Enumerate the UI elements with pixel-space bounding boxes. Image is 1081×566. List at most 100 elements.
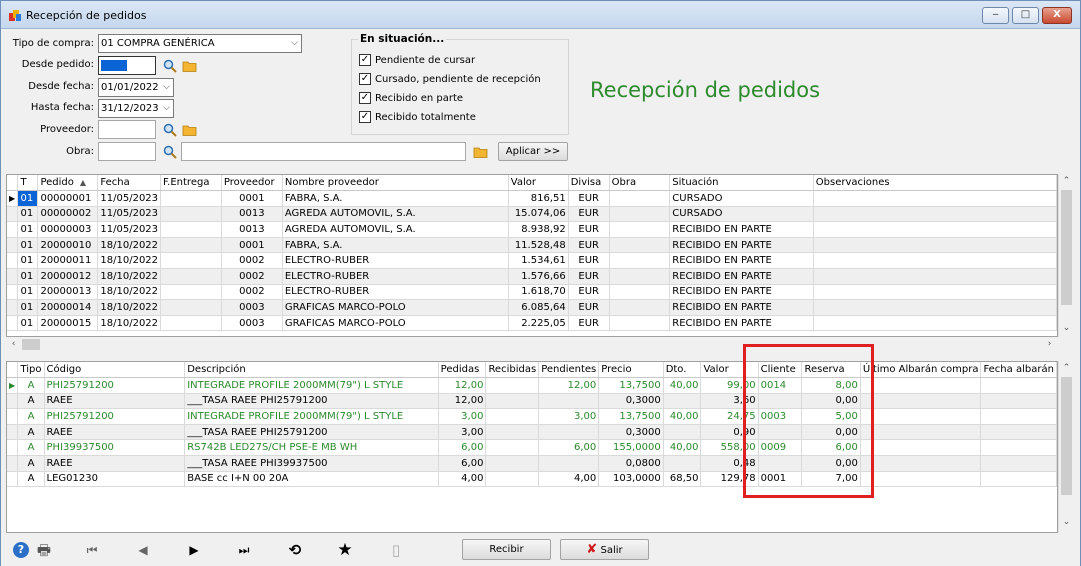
table-cell: EUR	[568, 315, 610, 332]
exit-button[interactable]: ✘ Salir	[560, 539, 649, 560]
table-row[interactable]: A RAEE ___TASA RAEE PHI39937500 6,00 0,0800 0…	[7, 455, 1057, 472]
checkbox-recibido-parte[interactable]: ✓	[359, 92, 371, 104]
column-header[interactable]: Fecha albarán	[980, 362, 1057, 379]
table-row[interactable]: 01 20000010 18/10/2022 0001 FABRA, S.A. 11.52…	[7, 237, 1057, 254]
column-header[interactable]: Obra	[609, 175, 671, 192]
table-cell	[663, 424, 702, 441]
table-row[interactable]: 01 20000012 18/10/2022 0002 ELECTRO-RUBER 1.5…	[7, 268, 1057, 285]
table-cell: 3,00	[438, 424, 487, 441]
checkbox-pendiente-cursar[interactable]: ✓	[359, 54, 371, 66]
orders-vertical-scrollbar[interactable]: ⌃ ⌄	[1058, 174, 1073, 337]
close-button[interactable]: X	[1042, 7, 1072, 24]
table-row[interactable]: 01 20000011 18/10/2022 0002 ELECTRO-RUBER 1.5…	[7, 252, 1057, 270]
print-icon[interactable]: 🖶	[35, 541, 53, 559]
column-header[interactable]: Divisa	[568, 175, 610, 192]
refresh-icon[interactable]: ⟲	[286, 541, 304, 559]
table-cell: A	[17, 424, 45, 441]
lines-vertical-scrollbar[interactable]: ⌃ ⌄	[1058, 361, 1073, 533]
table-row[interactable]: A LEG01230 BASE cc I+N 00 20A 4,00 4,00 103,0…	[7, 471, 1057, 488]
table-cell	[663, 455, 702, 472]
last-record-icon[interactable]: ⏭	[235, 541, 253, 559]
table-cell: 00000001	[37, 190, 99, 207]
column-header[interactable]: Situación	[669, 175, 814, 192]
maximize-button[interactable]: □	[1012, 7, 1039, 24]
column-header[interactable]: Observaciones	[813, 175, 1057, 192]
table-row[interactable]: 01 20000015 18/10/2022 0003 GRAFICAS MARCO-P…	[7, 315, 1057, 332]
column-header[interactable]: Nombre proveedor	[282, 175, 509, 192]
obra-input[interactable]	[98, 142, 156, 161]
desde-pedido-input[interactable]	[98, 56, 156, 75]
scroll-thumb[interactable]	[1061, 190, 1072, 305]
tipo-compra-select[interactable]: 01 COMPRA GENÉRICA ⌵	[98, 34, 302, 53]
table-row[interactable]: A PHI25791200 INTEGRADE PROFILE 2000MM(79"…	[7, 408, 1057, 425]
column-header[interactable]: Pedido ▲	[37, 175, 99, 192]
column-header[interactable]: Tipo	[17, 362, 45, 379]
table-cell: EUR	[568, 299, 610, 316]
checkbox-label: Recibido totalmente	[375, 112, 476, 123]
first-record-icon[interactable]: ⏮	[83, 541, 101, 559]
table-cell: 0002	[221, 284, 283, 301]
table-row[interactable]: 01 20000014 18/10/2022 0003 GRAFICAS MARCO-P…	[7, 299, 1057, 316]
scroll-up-icon[interactable]: ⌃	[1059, 363, 1074, 373]
scroll-left-icon[interactable]: ‹	[6, 339, 21, 349]
column-header[interactable]: Recibidas	[485, 362, 540, 379]
column-header[interactable]: Fecha	[97, 175, 162, 192]
obra-description-input[interactable]	[181, 142, 466, 161]
scroll-down-icon[interactable]: ⌄	[1059, 323, 1074, 333]
table-row[interactable]: 01 20000013 18/10/2022 0002 ELECTRO-RUBER 1.6…	[7, 284, 1057, 301]
bookmark-icon[interactable]: ▯	[387, 541, 405, 559]
table-cell: LEG01230	[44, 471, 186, 488]
table-row[interactable]: 01 00000003 11/05/2023 0013 AGREDA AUTOMOVIL…	[7, 221, 1057, 238]
previous-record-icon[interactable]: ◀	[134, 541, 152, 559]
column-header[interactable]: Dto.	[663, 362, 702, 379]
hasta-fecha-label: Hasta fecha:	[30, 102, 94, 113]
table-cell	[609, 190, 671, 207]
hasta-fecha-input[interactable]: 31/12/2023 ⌵	[98, 99, 174, 118]
search-icon[interactable]	[162, 144, 178, 160]
column-header[interactable]: Pedidas	[438, 362, 487, 379]
scroll-down-icon[interactable]: ⌄	[1059, 517, 1074, 527]
scroll-up-icon[interactable]: ⌃	[1059, 176, 1074, 186]
column-header[interactable]: Precio	[598, 362, 664, 379]
search-icon[interactable]	[162, 122, 178, 138]
column-header[interactable]: Pendientes	[538, 362, 600, 379]
scroll-right-icon[interactable]: ›	[1042, 339, 1057, 349]
receive-button[interactable]: Recibir	[462, 539, 551, 560]
table-cell: 0001	[221, 237, 283, 254]
table-cell: 3,00	[438, 408, 487, 425]
table-cell: 18/10/2022	[97, 237, 162, 254]
checkbox-recibido-totalmente[interactable]: ✓	[359, 111, 371, 123]
table-cell: 0002	[221, 252, 283, 270]
minimize-button[interactable]: ‒	[982, 7, 1009, 24]
column-header[interactable]: T	[17, 175, 39, 192]
folder-icon[interactable]	[473, 144, 489, 160]
table-row[interactable]: A RAEE ___TASA RAEE PHI25791200 3,00 0,3000 0…	[7, 424, 1057, 441]
table-row[interactable]: ▶ 01 00000001 11/05/2023 0001 FABRA, S.A. 816,…	[7, 190, 1057, 207]
apply-button[interactable]: Aplicar >>	[498, 142, 568, 161]
table-cell: RS742B LED27S/CH PSE-E MB WH	[184, 439, 439, 457]
table-row[interactable]: A RAEE ___TASA RAEE PHI25791200 12,00 0,3000…	[7, 393, 1057, 410]
column-header[interactable]: Descripción	[184, 362, 439, 379]
column-header[interactable]: Valor	[508, 175, 569, 192]
column-header[interactable]: Código	[44, 362, 186, 379]
next-record-icon[interactable]: ▶	[185, 541, 203, 559]
search-icon[interactable]	[162, 58, 178, 74]
folder-icon[interactable]	[182, 58, 198, 74]
scroll-thumb[interactable]	[1061, 377, 1072, 495]
scroll-thumb[interactable]	[22, 339, 40, 350]
table-cell: 6,00	[538, 439, 600, 457]
proveedor-input[interactable]	[98, 120, 156, 139]
checkbox-cursado-pendiente[interactable]: ✓	[359, 73, 371, 85]
column-header[interactable]: Proveedor	[221, 175, 283, 192]
help-icon[interactable]: ?	[13, 542, 29, 558]
folder-icon[interactable]	[182, 122, 198, 138]
table-cell: 4,00	[438, 471, 487, 488]
column-header[interactable]: F.Entrega	[160, 175, 222, 192]
orders-horizontal-scrollbar[interactable]: ‹ ›	[6, 337, 1058, 352]
table-row[interactable]: 01 00000002 11/05/2023 0013 AGREDA AUTOMOVIL…	[7, 206, 1057, 223]
desde-fecha-input[interactable]: 01/01/2022 ⌵	[98, 78, 174, 97]
table-row[interactable]: A PHI39937500 RS742B LED27S/CH PSE-E MB WH…	[7, 439, 1057, 457]
favorite-star-icon[interactable]: ★	[336, 541, 354, 559]
column-header[interactable]: Último Albarán compra	[860, 362, 982, 379]
table-row[interactable]: ▶ A PHI25791200 INTEGRADE PROFILE 2000MM(79…	[7, 377, 1057, 394]
